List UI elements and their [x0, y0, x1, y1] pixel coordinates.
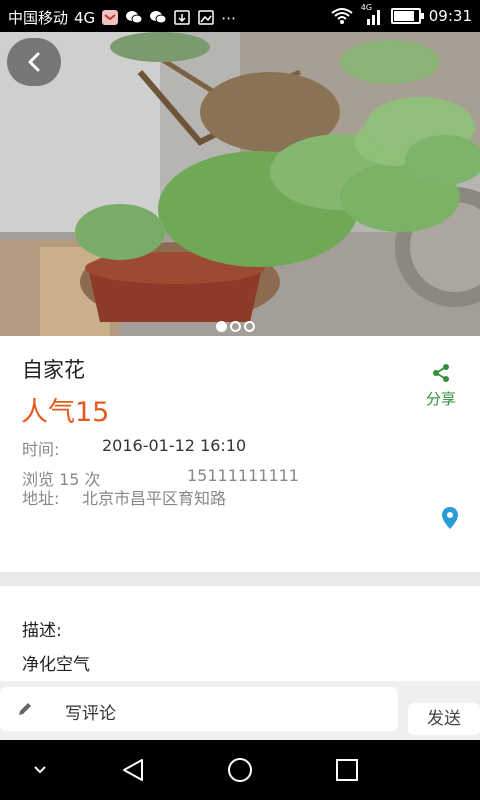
back-triangle-icon[interactable]: [120, 757, 146, 783]
address-label: 地址:: [22, 489, 60, 508]
back-button[interactable]: [7, 38, 61, 86]
image-notification-icon: [198, 10, 214, 25]
battery-level: [393, 11, 414, 21]
gallery-dot[interactable]: [216, 321, 227, 332]
status-left: 中国移动 4G ⋯: [8, 7, 236, 28]
popularity-count: 人气15: [21, 397, 110, 428]
chevron-left-icon: [28, 52, 40, 72]
location-pin-icon[interactable]: [441, 506, 459, 530]
plant-photo: [0, 32, 480, 336]
description-section: 描述: 净化空气: [0, 586, 480, 681]
write-comment-label: 写评论: [65, 704, 116, 724]
gallery-dot[interactable]: [244, 321, 255, 332]
download-notification-icon: [174, 10, 190, 25]
address-value: 北京市昌平区育知路: [82, 489, 227, 508]
description-label: 描述:: [22, 621, 62, 641]
comment-input[interactable]: 写评论: [0, 687, 398, 731]
phone-number[interactable]: 15111111111: [187, 466, 299, 485]
wifi-icon: [331, 8, 353, 24]
send-button[interactable]: 发送: [408, 703, 480, 735]
share-icon: [433, 364, 449, 382]
battery-icon: [390, 8, 424, 24]
time-label: 时间:: [22, 440, 60, 459]
app-notification-icon: [102, 10, 119, 25]
more-notifications-icon: ⋯: [221, 8, 237, 27]
system-nav-bar: [0, 740, 480, 800]
status-bar: 中国移动 4G ⋯ 4G 09:31: [0, 0, 480, 32]
time-value: 2016-01-12 16:10: [102, 436, 247, 455]
wechat-icon: [126, 11, 143, 24]
share-button[interactable]: 分享: [418, 362, 464, 409]
plant-title: 自家花: [22, 358, 85, 382]
wechat-icon-2: [150, 11, 167, 24]
cell-signal-icon: 4G: [361, 3, 383, 26]
chevron-down-icon[interactable]: [30, 764, 50, 776]
share-label: 分享: [425, 390, 456, 408]
pencil-icon: [19, 703, 31, 715]
gallery-dot[interactable]: [230, 321, 241, 332]
gallery-pager[interactable]: [216, 321, 255, 332]
home-circle-icon[interactable]: [226, 756, 254, 784]
recents-square-icon[interactable]: [335, 758, 359, 782]
network-type: 4G: [74, 8, 96, 27]
detail-card: 自家花 人气15 分享 时间: 2016-01-12 16:10 浏览 15 次…: [0, 336, 480, 572]
plant-image-gallery[interactable]: [0, 32, 480, 336]
clock: 09:31: [428, 7, 472, 25]
description-text: 净化空气: [22, 655, 90, 675]
status-right: 4G 09:31: [331, 3, 472, 26]
comment-bar: 写评论 发送: [0, 681, 480, 740]
carrier-name: 中国移动: [8, 9, 69, 27]
